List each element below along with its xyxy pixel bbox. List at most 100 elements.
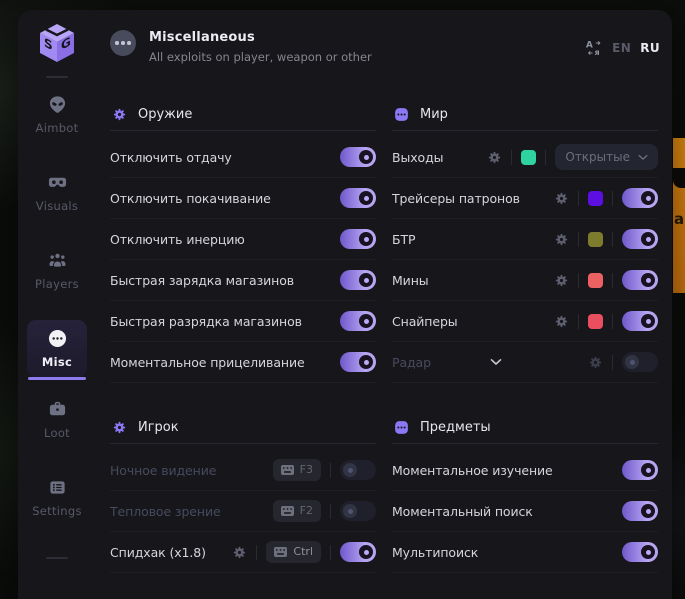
control-divider xyxy=(511,150,512,165)
row-controls: F3 xyxy=(273,459,376,481)
control-divider xyxy=(612,355,613,370)
right-column: Мир ВыходыОткрытыеТрейсеры патроновБТРМи… xyxy=(392,100,658,573)
feature-row: Отключить отдачу xyxy=(110,137,376,178)
toggle-switch[interactable] xyxy=(622,229,658,249)
feature-row: ВыходыОткрытые xyxy=(392,137,658,178)
sidebar-item-settings[interactable]: Settings xyxy=(27,469,87,526)
color-swatch[interactable] xyxy=(588,273,603,288)
row-controls xyxy=(340,270,376,290)
gear-icon[interactable] xyxy=(554,232,569,247)
feature-label: Мины xyxy=(392,273,429,288)
color-swatch[interactable] xyxy=(588,314,603,329)
row-controls xyxy=(340,352,376,372)
feature-label: Ночное видение xyxy=(110,463,216,478)
keybind-badge[interactable]: F2 xyxy=(273,500,321,522)
color-swatch[interactable] xyxy=(588,191,603,206)
section-title: Игрок xyxy=(138,420,179,435)
toggle-switch[interactable] xyxy=(340,270,376,290)
toggle-switch[interactable] xyxy=(340,352,376,372)
feature-label: Моментальный поиск xyxy=(392,504,533,519)
feature-rows: Отключить отдачу Отключить покачивание Отк… xyxy=(110,131,376,383)
feature-label: Трейсеры патронов xyxy=(392,191,520,206)
section-title: Мир xyxy=(420,107,448,122)
toggle-switch[interactable] xyxy=(622,542,658,562)
gear-icon xyxy=(112,420,127,435)
list-icon xyxy=(48,478,67,497)
section-title: Оружие xyxy=(138,107,192,122)
control-divider xyxy=(330,463,331,478)
toggle-switch[interactable] xyxy=(622,460,658,480)
feature-label: Отключить покачивание xyxy=(110,191,271,206)
left-column: Оружие Отключить отдачу Отключить покачив… xyxy=(110,100,376,573)
keyboard-icon xyxy=(281,465,294,475)
sidebar-item-loot[interactable]: Loot xyxy=(27,391,87,448)
gear-icon[interactable] xyxy=(232,545,247,560)
gear-icon[interactable] xyxy=(487,150,502,165)
page-title: Miscellaneous xyxy=(149,30,372,45)
sidebar-item-visuals[interactable]: Visuals xyxy=(27,164,87,221)
section-header: Игрок xyxy=(110,413,376,443)
toggle-switch[interactable] xyxy=(622,311,658,331)
control-divider xyxy=(330,504,331,519)
gear-icon[interactable] xyxy=(554,314,569,329)
keyboard-icon xyxy=(274,547,287,557)
row-controls xyxy=(554,229,658,249)
control-divider xyxy=(545,150,546,165)
toggle-switch[interactable] xyxy=(622,501,658,521)
toggle-switch[interactable] xyxy=(622,352,658,372)
control-divider xyxy=(578,273,579,288)
lang-ru-button[interactable]: RU xyxy=(640,41,660,55)
exits-dropdown[interactable]: Открытые xyxy=(555,144,658,170)
gear-icon[interactable] xyxy=(554,191,569,206)
toggle-switch[interactable] xyxy=(340,460,376,480)
keybind-label: F2 xyxy=(300,504,313,517)
toggle-switch[interactable] xyxy=(340,229,376,249)
feature-row: Быстрая зарядка магазинов xyxy=(110,260,376,301)
background-game-banner: a xyxy=(673,138,685,293)
toggle-switch[interactable] xyxy=(622,188,658,208)
feature-label: Быстрая разрядка магазинов xyxy=(110,314,302,329)
content-columns: Оружие Отключить отдачу Отключить покачив… xyxy=(110,100,660,573)
sidebar-item-players[interactable]: Players xyxy=(27,242,87,299)
feature-row: Тепловое зрениеF2 xyxy=(110,491,376,532)
banner-dark-mark xyxy=(673,168,685,188)
expand-chevron-icon[interactable] xyxy=(431,358,588,366)
keyboard-icon xyxy=(281,506,294,516)
section-player: Игрок Ночное видениеF3Тепловое зрениеF2С… xyxy=(110,413,376,573)
lang-en-button[interactable]: EN xyxy=(612,41,631,55)
toggle-switch[interactable] xyxy=(340,188,376,208)
row-controls xyxy=(554,311,658,331)
row-controls xyxy=(622,542,658,562)
toggle-switch[interactable] xyxy=(622,270,658,290)
svg-text:я: я xyxy=(595,47,600,57)
gear-icon[interactable] xyxy=(588,355,603,370)
sidebar: S G AimbotVisualsPlayersMiscLootSettings xyxy=(18,10,96,599)
control-divider xyxy=(612,232,613,247)
feature-label: Моментальное изучение xyxy=(392,463,553,478)
color-swatch[interactable] xyxy=(588,232,603,247)
feature-label: Радар xyxy=(392,355,431,370)
color-swatch[interactable] xyxy=(521,150,536,165)
banner-letter: a xyxy=(674,210,684,228)
feature-row: Моментальное прицеливание xyxy=(110,342,376,383)
row-controls: Открытые xyxy=(487,144,658,170)
toggle-switch[interactable] xyxy=(340,501,376,521)
feature-row: Быстрая разрядка магазинов xyxy=(110,301,376,342)
section-world: Мир ВыходыОткрытыеТрейсеры патроновБТРМи… xyxy=(392,100,658,383)
gear-icon xyxy=(112,107,127,122)
sidebar-divider xyxy=(46,76,68,78)
keybind-badge[interactable]: Ctrl xyxy=(266,541,321,563)
toggle-switch[interactable] xyxy=(340,147,376,167)
feature-row: Отключить инерцию xyxy=(110,219,376,260)
toggle-switch[interactable] xyxy=(340,542,376,562)
sidebar-item-aimbot[interactable]: Aimbot xyxy=(27,86,87,143)
control-divider xyxy=(256,545,257,560)
sidebar-divider xyxy=(46,557,68,559)
vr-goggles-icon xyxy=(48,173,67,192)
sidebar-item-misc[interactable]: Misc xyxy=(27,320,87,377)
gear-icon[interactable] xyxy=(554,273,569,288)
group-icon xyxy=(48,251,67,270)
row-controls: Ctrl xyxy=(232,541,376,563)
toggle-switch[interactable] xyxy=(340,311,376,331)
keybind-badge[interactable]: F3 xyxy=(273,459,321,481)
